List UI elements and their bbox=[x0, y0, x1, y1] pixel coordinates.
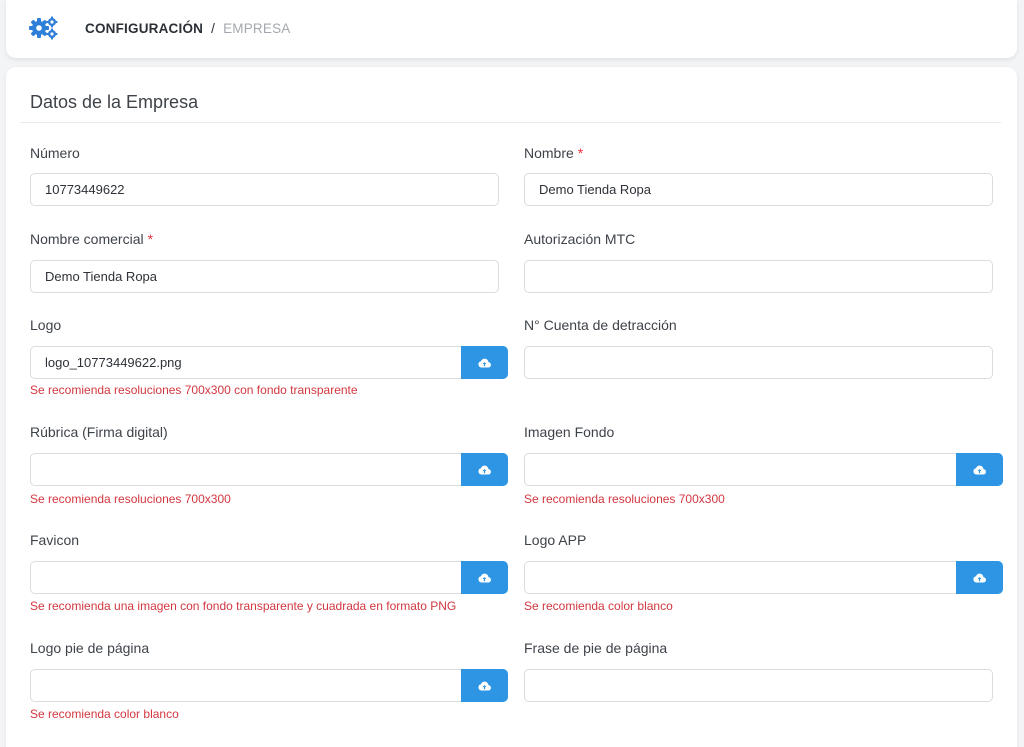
nombre-comercial-input[interactable]: Demo Tienda Ropa bbox=[30, 260, 499, 293]
imagen-fondo-label: Imagen Fondo bbox=[524, 424, 615, 440]
cuenta-detraccion-label: N° Cuenta de detracción bbox=[524, 317, 677, 333]
gears-icon bbox=[29, 16, 58, 40]
cloud-upload-icon bbox=[478, 358, 491, 368]
logo-app-upload-button[interactable] bbox=[956, 561, 1003, 594]
nombre-label: Nombre * bbox=[524, 145, 584, 161]
cloud-upload-icon bbox=[478, 681, 491, 691]
imagen-fondo-hint: Se recomienda resoluciones 700x300 bbox=[524, 492, 725, 506]
breadcrumb-empresa: EMPRESA bbox=[223, 21, 291, 36]
rubrica-file-input[interactable] bbox=[30, 453, 462, 486]
autorizacion-mtc-label: Autorización MTC bbox=[524, 231, 636, 247]
cloud-upload-icon bbox=[478, 465, 491, 475]
logo-hint: Se recomienda resoluciones 700x300 con f… bbox=[30, 383, 358, 397]
company-form-card: Datos de la Empresa Número 10773449622 N… bbox=[6, 67, 1017, 747]
logo-label: Logo bbox=[30, 317, 62, 333]
required-mark: * bbox=[147, 231, 154, 247]
cuenta-detraccion-input[interactable] bbox=[524, 346, 993, 379]
breadcrumb-separator: / bbox=[211, 21, 216, 36]
imagen-fondo-upload-button[interactable] bbox=[956, 453, 1003, 486]
autorizacion-mtc-input[interactable] bbox=[524, 260, 993, 293]
numero-input[interactable]: 10773449622 bbox=[30, 173, 499, 206]
numero-label: Número bbox=[30, 145, 80, 161]
frase-pie-label: Frase de pie de página bbox=[524, 640, 668, 656]
logo-pie-label: Logo pie de página bbox=[30, 640, 150, 656]
nombre-input[interactable]: Demo Tienda Ropa bbox=[524, 173, 993, 206]
imagen-fondo-file-input[interactable] bbox=[524, 453, 957, 486]
rubrica-upload-button[interactable] bbox=[461, 453, 508, 486]
card-title: Datos de la Empresa bbox=[30, 92, 199, 112]
logo-pie-hint: Se recomienda color blanco bbox=[30, 707, 179, 721]
required-mark: * bbox=[577, 145, 584, 161]
favicon-label: Favicon bbox=[30, 532, 80, 548]
nombre-comercial-label: Nombre comercial * bbox=[30, 231, 154, 247]
favicon-file-input[interactable] bbox=[30, 561, 462, 594]
logo-pie-upload-button[interactable] bbox=[461, 669, 508, 702]
logo-upload-button[interactable] bbox=[461, 346, 508, 379]
cloud-upload-icon bbox=[973, 465, 986, 475]
top-bar: CONFIGURACIÓN / EMPRESA bbox=[6, 0, 1017, 58]
frase-pie-input[interactable] bbox=[524, 669, 993, 702]
favicon-upload-button[interactable] bbox=[461, 561, 508, 594]
logo-app-label: Logo APP bbox=[524, 532, 587, 548]
title-divider bbox=[20, 122, 1001, 123]
cloud-upload-icon bbox=[478, 573, 491, 583]
logo-app-file-input[interactable] bbox=[524, 561, 957, 594]
rubrica-hint: Se recomienda resoluciones 700x300 bbox=[30, 492, 231, 506]
rubrica-label: Rúbrica (Firma digital) bbox=[30, 424, 168, 440]
cloud-upload-icon bbox=[973, 573, 986, 583]
breadcrumb-configuracion[interactable]: CONFIGURACIÓN bbox=[85, 21, 203, 36]
logo-pie-file-input[interactable] bbox=[30, 669, 462, 702]
logo-file-input[interactable]: logo_10773449622.png bbox=[30, 346, 462, 379]
breadcrumb: CONFIGURACIÓN / EMPRESA bbox=[85, 21, 290, 36]
favicon-hint: Se recomienda una imagen con fondo trans… bbox=[30, 599, 457, 613]
logo-app-hint: Se recomienda color blanco bbox=[524, 599, 673, 613]
